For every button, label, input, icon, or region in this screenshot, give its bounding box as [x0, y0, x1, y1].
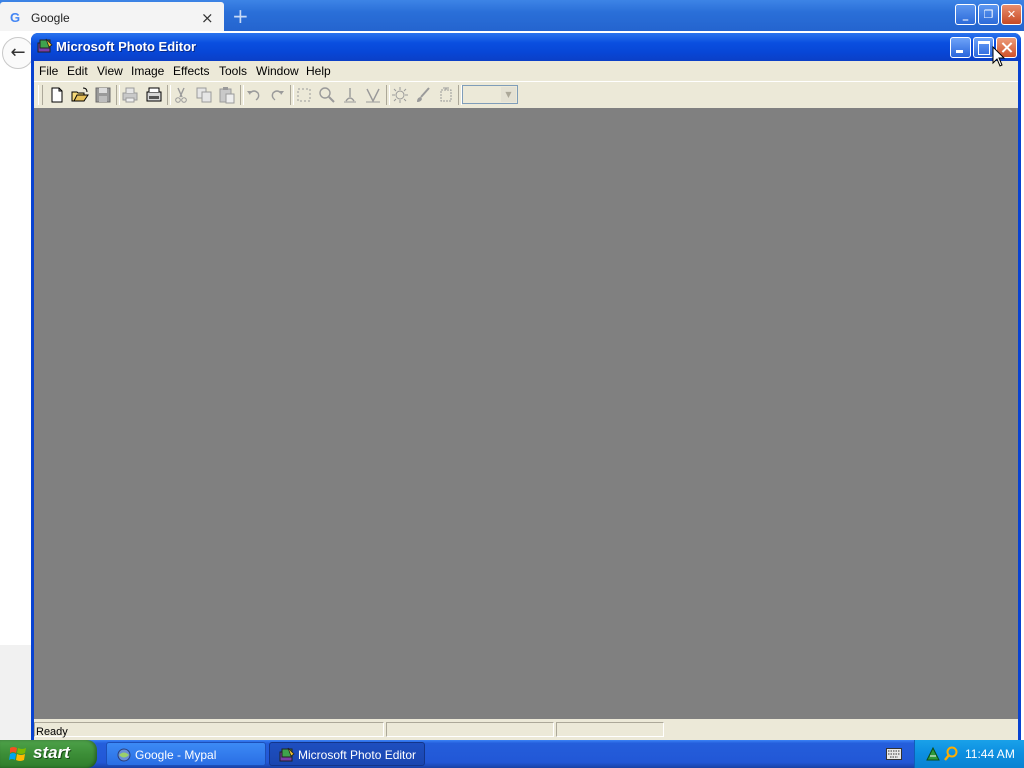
- photo-editor-window: Microsoft Photo Editor File Edit View Im…: [31, 33, 1021, 740]
- menu-help[interactable]: Help: [306, 64, 331, 78]
- menu-window[interactable]: Window: [256, 64, 299, 78]
- zoom-icon[interactable]: [317, 85, 337, 105]
- back-arrow-icon[interactable]: ←: [2, 37, 34, 69]
- new-icon[interactable]: [47, 85, 67, 105]
- zoom-combobox[interactable]: ▼: [462, 85, 518, 104]
- toolbar-grip[interactable]: [38, 85, 43, 105]
- taskbar-label-mypal: Google - Mypal: [135, 748, 217, 762]
- smudge-icon[interactable]: [340, 85, 360, 105]
- minimize-button[interactable]: [950, 37, 971, 58]
- new-tab-icon[interactable]: +: [232, 4, 249, 28]
- menu-file[interactable]: File: [39, 64, 58, 78]
- window-client: File Edit View Image Effects Tools Windo…: [34, 61, 1018, 740]
- scan-icon[interactable]: [144, 85, 164, 105]
- taskbar-button-photo-editor[interactable]: Microsoft Photo Editor: [269, 742, 425, 766]
- transparent-icon[interactable]: [436, 85, 456, 105]
- taskbar-label-photo-editor: Microsoft Photo Editor: [298, 748, 417, 762]
- menu-tools[interactable]: Tools: [219, 64, 247, 78]
- menu-bar: File Edit View Image Effects Tools Windo…: [34, 61, 1018, 80]
- browser-restore-button[interactable]: ❐: [978, 4, 999, 25]
- browser-tab-strip: G Google × + _ ❐ ✕: [0, 0, 1024, 31]
- sharpen-icon[interactable]: [363, 85, 383, 105]
- title-bar[interactable]: Microsoft Photo Editor: [31, 33, 1021, 61]
- mouse-cursor-icon: [992, 46, 1006, 67]
- windows-logo-icon: [9, 747, 26, 761]
- status-pane-3: [556, 722, 664, 737]
- browser-tab-google[interactable]: G Google ×: [0, 2, 224, 31]
- undo-icon[interactable]: [244, 85, 264, 105]
- menu-image[interactable]: Image: [131, 64, 164, 78]
- standard-toolbar: ▼: [34, 81, 1018, 109]
- chevron-down-icon[interactable]: ▼: [501, 87, 516, 102]
- select-icon[interactable]: [294, 85, 314, 105]
- window-title: Microsoft Photo Editor: [56, 39, 197, 54]
- image-workspace[interactable]: [34, 108, 1018, 719]
- taskbar: start Google - Mypal Microsoft Photo Edi…: [0, 740, 1024, 768]
- maximize-button[interactable]: [973, 37, 994, 58]
- menu-effects[interactable]: Effects: [173, 64, 209, 78]
- open-icon[interactable]: [70, 85, 90, 105]
- menu-view[interactable]: View: [97, 64, 123, 78]
- status-text: Ready: [36, 726, 68, 738]
- print-icon[interactable]: [120, 85, 140, 105]
- redo-icon[interactable]: [267, 85, 287, 105]
- taskbar-button-mypal[interactable]: Google - Mypal: [106, 742, 266, 766]
- copy-icon[interactable]: [194, 85, 214, 105]
- keyboard-icon[interactable]: [886, 748, 902, 760]
- status-pane-2: [386, 722, 554, 737]
- start-label: start: [33, 743, 70, 762]
- browser-page-footer: [0, 645, 32, 740]
- google-favicon-icon: G: [10, 10, 21, 25]
- start-button[interactable]: start: [0, 740, 97, 768]
- menu-edit[interactable]: Edit: [67, 64, 88, 78]
- search-icon[interactable]: [943, 746, 959, 762]
- photo-editor-icon: [279, 747, 295, 762]
- mypal-icon: [117, 748, 131, 762]
- network-icon[interactable]: [925, 746, 941, 762]
- balance-icon[interactable]: [390, 85, 410, 105]
- tab-close-icon[interactable]: ×: [201, 9, 214, 27]
- status-bar: Ready: [34, 720, 1018, 740]
- browser-tab-title: Google: [31, 11, 70, 25]
- browser-minimize-button[interactable]: _: [955, 4, 976, 25]
- paint-icon[interactable]: [413, 85, 433, 105]
- browser-close-button[interactable]: ✕: [1001, 4, 1022, 25]
- photo-editor-icon: [37, 38, 53, 53]
- status-pane-message: Ready: [34, 722, 384, 738]
- clock: 11:44 AM: [965, 747, 1015, 761]
- system-tray: 11:44 AM: [914, 740, 1024, 768]
- save-icon[interactable]: [93, 85, 113, 105]
- paste-icon[interactable]: [217, 85, 237, 105]
- cut-icon[interactable]: [171, 85, 191, 105]
